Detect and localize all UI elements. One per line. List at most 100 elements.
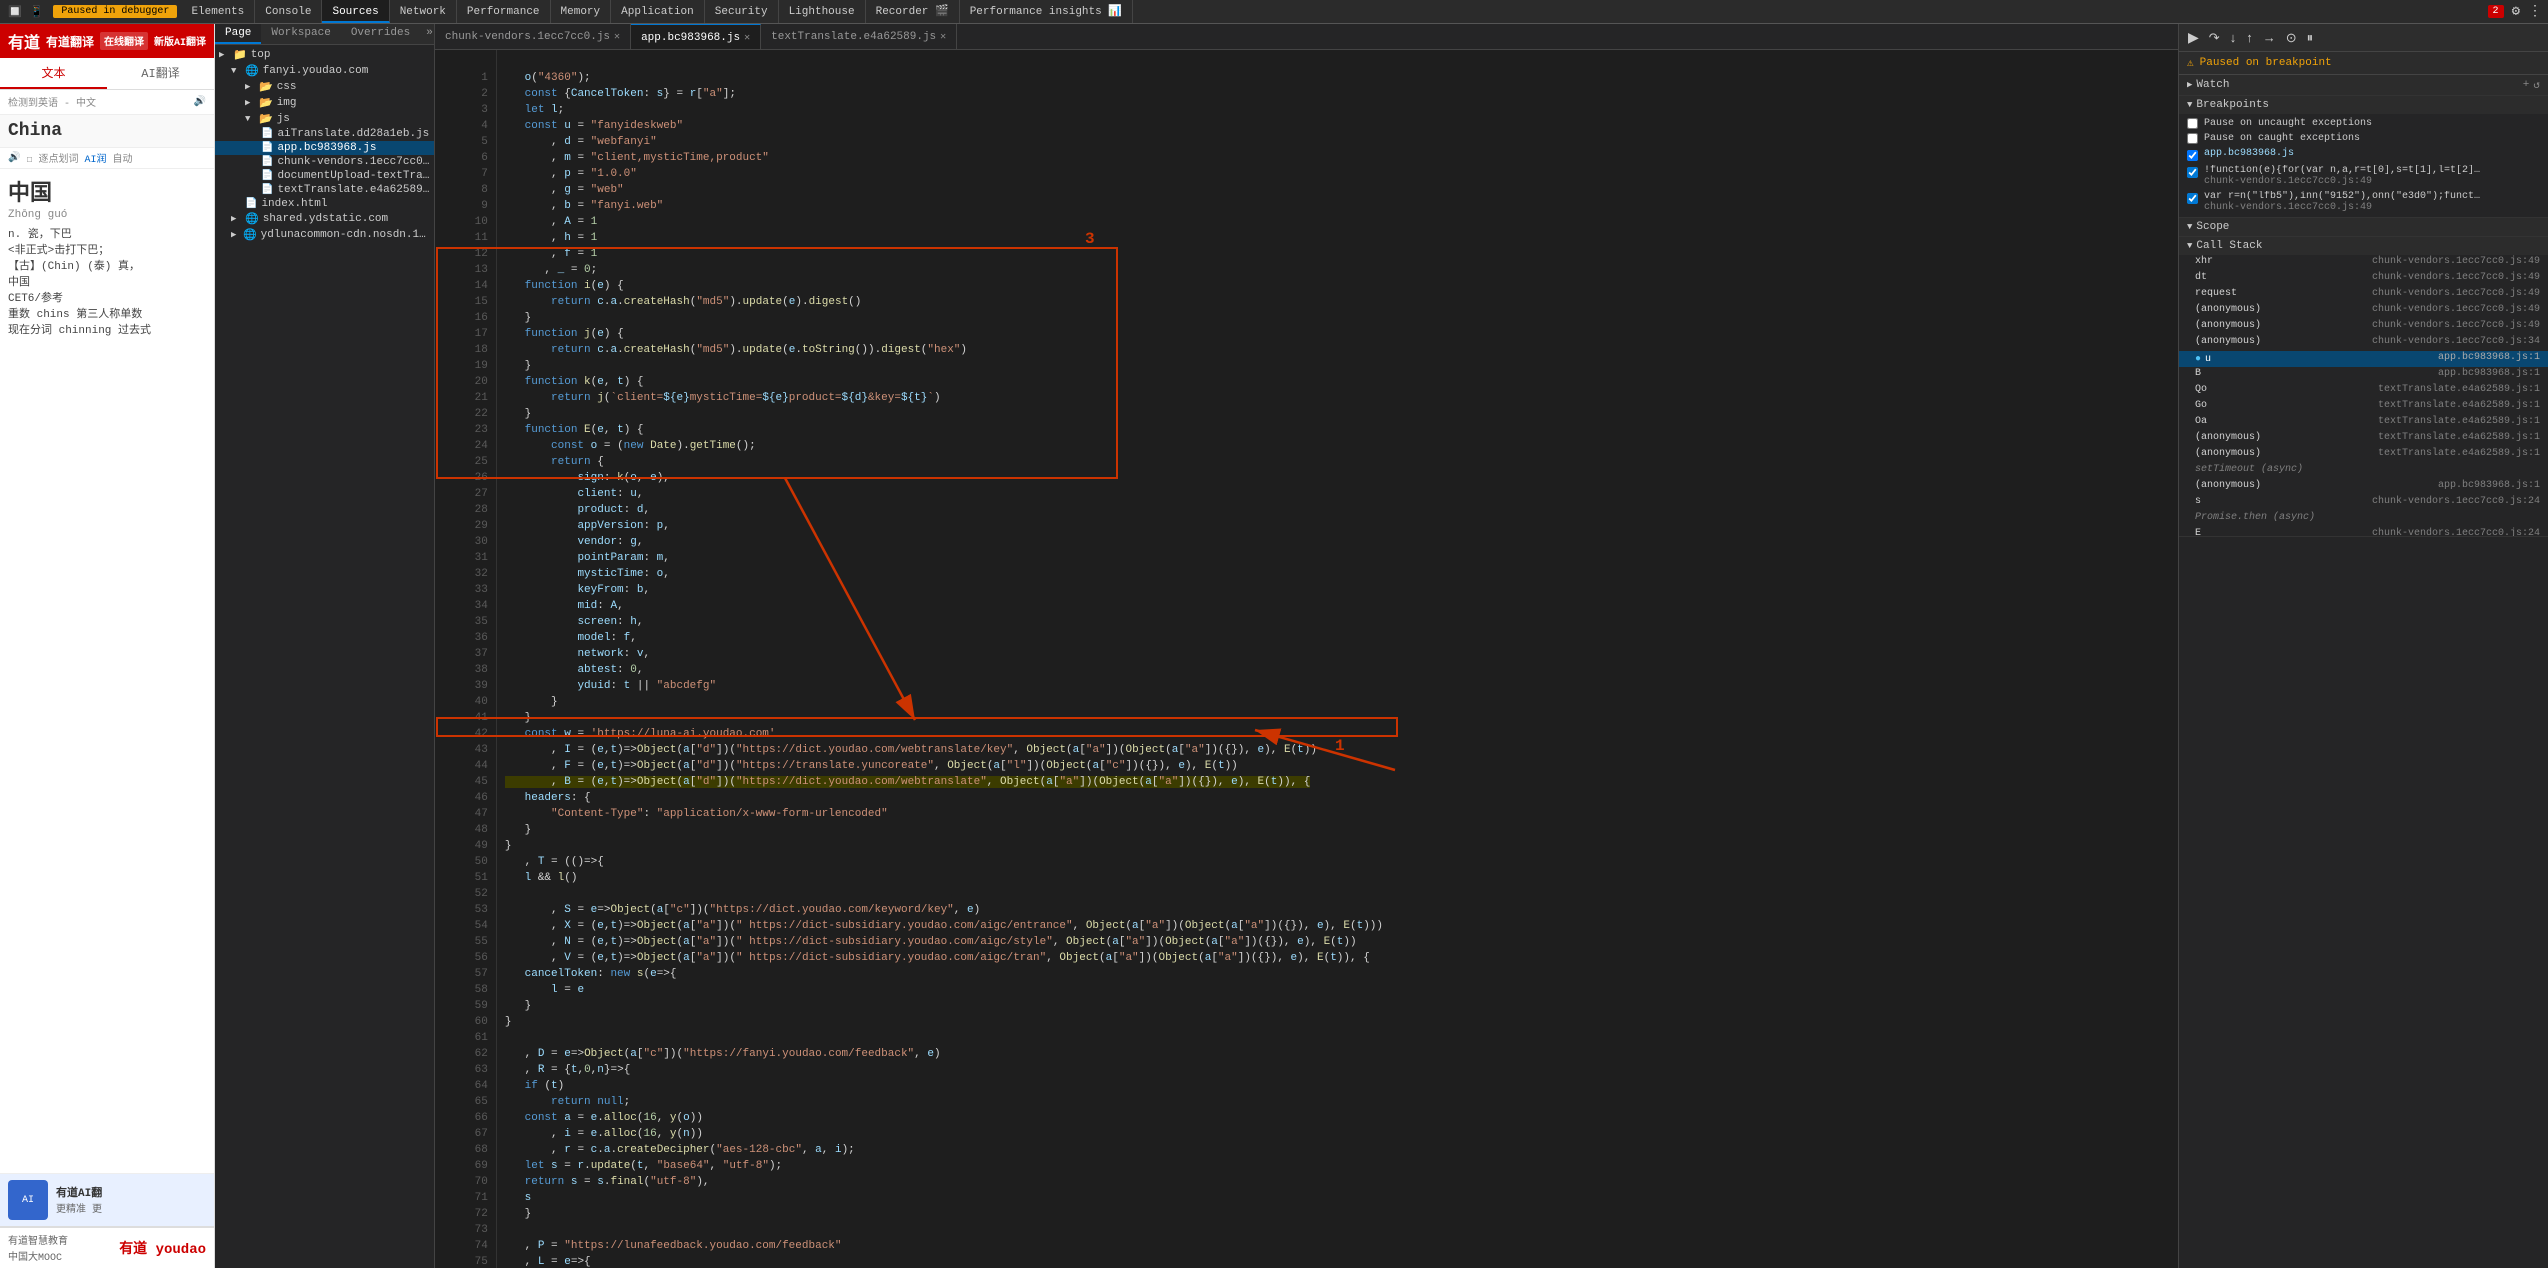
cs-item-B[interactable]: B app.bc983968.js:1: [2179, 367, 2548, 383]
scope-section: ▼ Scope ▼ Call Stack xhr chunk-vendors.1…: [2179, 218, 2548, 537]
bp-uncaught-checkbox[interactable]: [2187, 118, 2198, 129]
yd-controls: 🔊 ☐ 逐点划词 AI润 自动: [0, 148, 214, 169]
step-btn[interactable]: →: [2260, 28, 2279, 47]
tab-application[interactable]: Application: [611, 0, 705, 23]
snav-tab-overrides[interactable]: Overrides: [341, 24, 420, 44]
bp-caught-checkbox[interactable]: [2187, 133, 2198, 144]
tab-recorder[interactable]: Recorder 🎬: [866, 0, 960, 23]
tree-item-appbc[interactable]: 📄 app.bc983968.js: [215, 141, 434, 155]
resume-btn[interactable]: ▶: [2185, 27, 2202, 48]
sources-nav-tabs: Page Workspace Overrides » ⋮: [215, 24, 434, 45]
scope-header[interactable]: ▼ Scope: [2179, 218, 2548, 236]
cs-item-xhr[interactable]: xhr chunk-vendors.1ecc7cc0.js:49: [2179, 255, 2548, 271]
yd-footer-company2[interactable]: 中国大MOOC: [8, 1248, 68, 1264]
yd-def-2: <非正式>击打下巴；: [8, 241, 206, 257]
yd-tabs: 文本 AI翻译: [0, 58, 214, 90]
yd-result-area: 中国 Zhōng guó n. 瓷，下巴 <非正式>击打下巴； 【古】(Chin…: [0, 169, 214, 1174]
cs-item-anon5[interactable]: (anonymous) textTranslate.e4a62589.js:1: [2179, 447, 2548, 463]
watch-refresh-icon[interactable]: ↺: [2533, 78, 2540, 92]
tree-item-chunkvendors[interactable]: 📄 chunk-vendors.1ecc7cc0.js: [215, 155, 434, 169]
cs-item-Oa[interactable]: Oa textTranslate.e4a62589.js:1: [2179, 415, 2548, 431]
cs-item-Go[interactable]: Go textTranslate.e4a62589.js:1: [2179, 399, 2548, 415]
tab-memory[interactable]: Memory: [551, 0, 612, 23]
tree-item-fanyi[interactable]: ▼ 🌐 fanyi.youdao.com: [215, 63, 434, 79]
tab-perf-insights[interactable]: Performance insights 📊: [960, 0, 1133, 23]
tree-item-css[interactable]: ▶ 📂 css: [215, 79, 434, 95]
yd-ai-btn[interactable]: AI润: [84, 150, 106, 166]
cs-async-label2: Promise.then (async): [2195, 512, 2315, 526]
tab-lighthouse[interactable]: Lighthouse: [779, 0, 866, 23]
tree-item-img[interactable]: ▶ 📂 img: [215, 95, 434, 111]
cs-item-request[interactable]: request chunk-vendors.1ecc7cc0.js:49: [2179, 287, 2548, 303]
tree-item-top[interactable]: ▶ 📁 top: [215, 47, 434, 63]
bp-item-1-checkbox[interactable]: [2187, 150, 2198, 161]
bp-item-3-checkbox[interactable]: [2187, 193, 2198, 204]
yd-input-text[interactable]: China: [8, 121, 206, 141]
tab-network[interactable]: Network: [390, 0, 457, 23]
tree-item-ydluna[interactable]: ▶ 🌐 ydlunacommon-cdn.nosdn.127.net: [215, 227, 434, 243]
tree-item-docupload[interactable]: 📄 documentUpload-textTranslate.11...: [215, 169, 434, 183]
snav-tab-page[interactable]: Page: [215, 24, 261, 44]
yd-online-label[interactable]: 在线翻译: [100, 32, 148, 50]
code-text[interactable]: o("4360"); const {CancelToken: s} = r["a…: [497, 50, 2178, 1268]
editor-tab-texttranslate[interactable]: textTranslate.e4a62589.js ✕: [761, 24, 957, 50]
step-into-btn[interactable]: ↓: [2227, 28, 2240, 47]
yd-checkbox1[interactable]: ☐ 逐点划词: [26, 150, 78, 166]
cs-name: (anonymous): [2195, 304, 2261, 318]
tree-item-aitranslate[interactable]: 📄 aiTranslate.dd28a1eb.js: [215, 127, 434, 141]
inspect-icon[interactable]: 🔲: [6, 3, 24, 21]
cs-item-Qo[interactable]: Qo textTranslate.e4a62589.js:1: [2179, 383, 2548, 399]
yd-speaker-icon[interactable]: 🔊: [194, 96, 206, 108]
tab-security[interactable]: Security: [705, 0, 779, 23]
yd-tab-text[interactable]: 文本: [0, 58, 107, 89]
cs-item-anon1[interactable]: (anonymous) chunk-vendors.1ecc7cc0.js:49: [2179, 303, 2548, 319]
close-icon[interactable]: ✕: [744, 32, 750, 44]
tree-item-shared[interactable]: ▶ 🌐 shared.ydstatic.com: [215, 211, 434, 227]
tree-item-texttranslate[interactable]: 📄 textTranslate.e4a62589.js: [215, 183, 434, 197]
cs-item-anon3[interactable]: (anonymous) chunk-vendors.1ecc7cc0.js:34: [2179, 335, 2548, 351]
error-counter[interactable]: 2: [2488, 5, 2504, 18]
folder-icon: 🌐: [243, 228, 257, 242]
editor-tab-chunkvendors[interactable]: chunk-vendors.1ecc7cc0.js ✕: [435, 24, 631, 50]
callstack-header[interactable]: ▼ Call Stack: [2179, 236, 2548, 255]
yd-tab-ai[interactable]: AI翻译: [107, 58, 214, 89]
bp-item-1-file: app.bc983968.js: [2204, 148, 2294, 159]
cs-item-anon2[interactable]: (anonymous) chunk-vendors.1ecc7cc0.js:49: [2179, 319, 2548, 335]
cs-name: (anonymous): [2195, 480, 2261, 494]
yd-ad-banner[interactable]: AI 有道AI翻 更精准 更: [0, 1174, 214, 1227]
cs-item-E2[interactable]: E chunk-vendors.1ecc7cc0.js:24: [2179, 527, 2548, 536]
cs-item-dt[interactable]: dt chunk-vendors.1ecc7cc0.js:49: [2179, 271, 2548, 287]
tree-item-js[interactable]: ▼ 📂 js: [215, 111, 434, 127]
close-icon[interactable]: ✕: [614, 31, 620, 43]
cs-item-u[interactable]: ● u app.bc983968.js:1: [2179, 351, 2548, 367]
yd-footer-company1[interactable]: 有道智慧教育: [8, 1232, 68, 1248]
cs-file: chunk-vendors.1ecc7cc0.js:49: [2372, 288, 2540, 302]
main-area: 有道 有道翻译 在线翻译 新版AI翻译 文本 AI翻译 检测到英语 - 中文 🔊…: [0, 24, 2548, 1268]
tab-console[interactable]: Console: [255, 0, 322, 23]
cs-item-anon6[interactable]: (anonymous) app.bc983968.js:1: [2179, 479, 2548, 495]
yd-ai-label[interactable]: 新版AI翻译: [154, 33, 206, 49]
watch-header[interactable]: ▶ Watch + ↺: [2179, 75, 2548, 95]
snav-tab-workspace[interactable]: Workspace: [261, 24, 340, 44]
cs-item-s2[interactable]: s chunk-vendors.1ecc7cc0.js:24: [2179, 495, 2548, 511]
file-icon: 📄: [261, 170, 273, 182]
step-out-btn[interactable]: ↑: [2243, 28, 2256, 47]
breakpoints-header[interactable]: ▼ Breakpoints: [2179, 96, 2548, 114]
tab-performance[interactable]: Performance: [457, 0, 551, 23]
more-icon[interactable]: ⋮: [2528, 3, 2542, 20]
pause-exceptions-btn[interactable]: ⏸: [2304, 28, 2317, 48]
bp-item-2-checkbox[interactable]: [2187, 167, 2198, 178]
snav-tab-more[interactable]: »: [420, 24, 435, 44]
settings-icon[interactable]: ⚙: [2512, 3, 2520, 20]
step-over-btn[interactable]: ↷: [2206, 28, 2223, 48]
watch-add-icon[interactable]: +: [2523, 79, 2530, 91]
cs-item-anon4[interactable]: (anonymous) textTranslate.e4a62589.js:1: [2179, 431, 2548, 447]
editor-tab-appbc[interactable]: app.bc983968.js ✕: [631, 24, 761, 50]
tab-sources[interactable]: Sources: [322, 0, 389, 23]
deactivate-bp-btn[interactable]: ⊙: [2283, 28, 2300, 48]
device-icon[interactable]: 📱: [28, 3, 46, 21]
yd-speaker2-icon[interactable]: 🔊: [8, 152, 20, 164]
close-icon[interactable]: ✕: [940, 31, 946, 43]
tab-elements[interactable]: Elements: [181, 0, 255, 23]
tree-item-index[interactable]: 📄 index.html: [215, 197, 434, 211]
